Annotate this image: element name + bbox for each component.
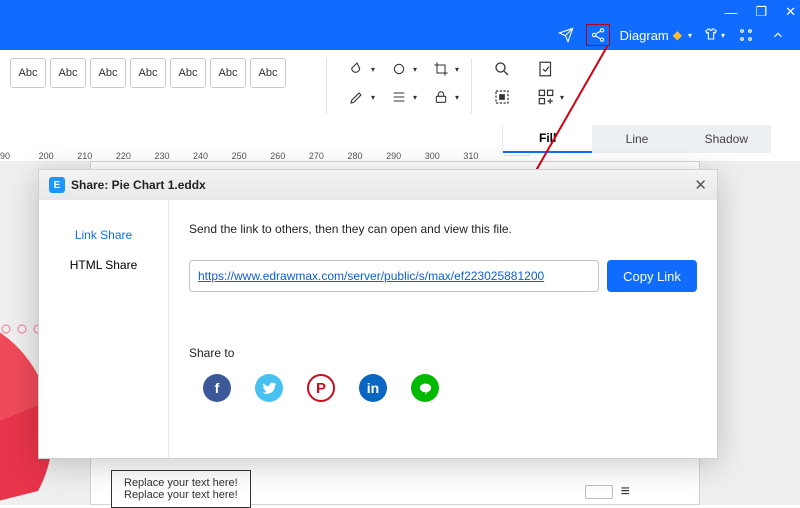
close-dialog-button[interactable]: ✕ [694, 176, 707, 194]
share-to-label: Share to [189, 346, 697, 360]
tab-fill[interactable]: Fill [503, 125, 592, 153]
tab-shadow[interactable]: Shadow [682, 125, 771, 153]
placeholder-line: Replace your text here! [124, 489, 238, 501]
linkedin-icon[interactable]: in [359, 374, 387, 402]
pen-dropdown[interactable]: ▾ [337, 86, 377, 108]
style-preset[interactable]: Abc [10, 58, 46, 88]
chevron-down-icon: ▾ [688, 31, 692, 40]
diamond-icon: ◆ [673, 28, 682, 42]
style-preset[interactable]: Abc [170, 58, 206, 88]
copy-link-button[interactable]: Copy Link [607, 260, 697, 292]
pinterest-icon[interactable]: P [307, 374, 335, 402]
sidebar-item-link-share[interactable]: Link Share [39, 220, 168, 250]
shape-dropdown[interactable]: ▾ [379, 58, 419, 80]
share-icon[interactable] [586, 24, 610, 46]
intro-text: Send the link to others, then they can o… [189, 222, 697, 236]
text-placeholder-box[interactable]: Replace your text here! Replace your tex… [111, 470, 251, 508]
style-preset[interactable]: Abc [50, 58, 86, 88]
dialog-title: Share: Pie Chart 1.eddx [71, 178, 206, 192]
page-check-icon[interactable] [526, 58, 566, 80]
list-dropdown[interactable]: ▾ [379, 86, 419, 108]
tshirt-icon[interactable]: ▾ [702, 24, 726, 46]
style-preset[interactable]: Abc [250, 58, 286, 88]
align-center-icon[interactable]: ≡ [621, 483, 630, 501]
properties-panel: Fill Line Shadow [502, 125, 800, 153]
diagram-dropdown[interactable]: Diagram ◆ ▾ [620, 28, 692, 43]
share-dialog: E Share: Pie Chart 1.eddx ✕ Link Share H… [38, 169, 718, 459]
diagram-label-text: Diagram [620, 28, 669, 43]
sidebar-item-html-share[interactable]: HTML Share [39, 250, 168, 280]
title-bar: — ❐ ✕ Diagram ◆ ▾ ▾ [0, 0, 800, 50]
twitter-icon[interactable] [255, 374, 283, 402]
style-preset[interactable]: Abc [130, 58, 166, 88]
toolbar: Abc Abc Abc Abc Abc Abc Abc ▾ ▾ ▾ ▾ ▾ ▾ … [0, 50, 800, 115]
tab-line[interactable]: Line [592, 125, 681, 153]
app-icon: E [49, 177, 65, 193]
placeholder-line: Replace your text here! [124, 477, 238, 489]
mini-box[interactable] [585, 485, 613, 499]
dialog-sidebar: Link Share HTML Share [39, 200, 169, 458]
bottom-mini-controls: ≡ [585, 483, 630, 501]
components-dropdown[interactable]: ▾ [526, 86, 566, 108]
facebook-icon[interactable]: f [203, 374, 231, 402]
social-buttons: f P in [189, 374, 697, 402]
fill-dropdown[interactable]: ▾ [337, 58, 377, 80]
style-preset[interactable]: Abc [90, 58, 126, 88]
share-url-field[interactable]: https://www.edrawmax.com/server/public/s… [189, 260, 599, 292]
style-presets: Abc Abc Abc Abc Abc Abc Abc [10, 58, 286, 88]
close-window-button[interactable]: ✕ [785, 4, 796, 20]
maximize-button[interactable]: ❐ [755, 4, 767, 20]
collapse-ribbon-icon[interactable] [766, 24, 790, 46]
minimize-button[interactable]: — [724, 5, 737, 20]
lock-dropdown[interactable]: ▾ [421, 86, 461, 108]
apps-grid-icon[interactable] [734, 24, 758, 46]
crop-dropdown[interactable]: ▾ [421, 58, 461, 80]
dialog-content: Send the link to others, then they can o… [169, 200, 717, 458]
style-preset[interactable]: Abc [210, 58, 246, 88]
line-icon[interactable] [411, 374, 439, 402]
selection-icon[interactable] [482, 86, 522, 108]
search-icon[interactable] [482, 58, 522, 80]
dialog-titlebar: E Share: Pie Chart 1.eddx ✕ [39, 170, 717, 200]
horizontal-ruler: 90200210220230240250260270280290300310 [0, 143, 502, 161]
send-icon[interactable] [554, 24, 578, 46]
